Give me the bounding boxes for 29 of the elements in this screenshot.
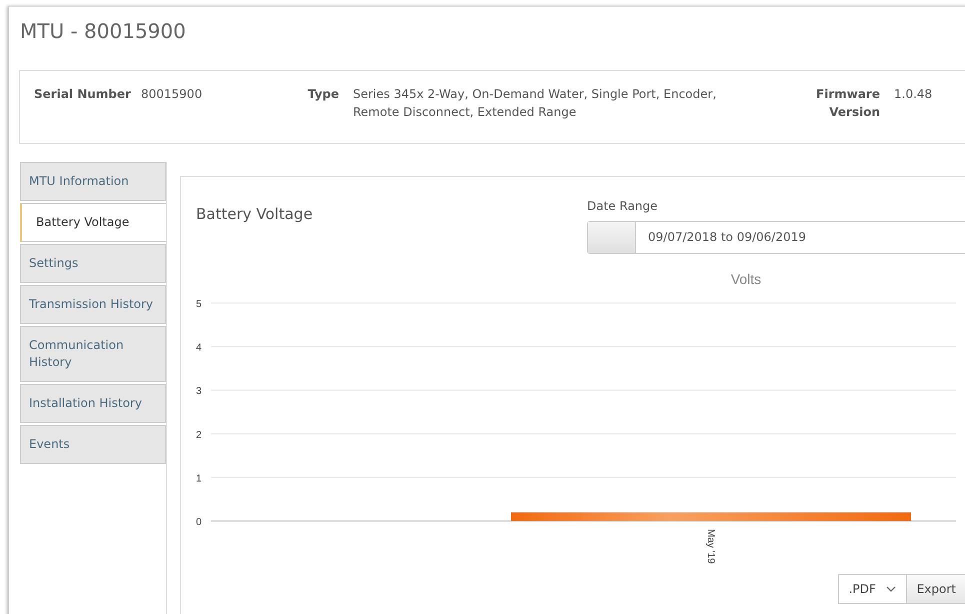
sidebar-tab[interactable]: Installation History bbox=[20, 384, 166, 423]
axis-label: May '19 bbox=[705, 529, 716, 564]
sidebar-tab[interactable]: Communication History bbox=[20, 326, 166, 382]
field-label: Serial Number bbox=[33, 86, 132, 103]
axis-label: 1 bbox=[196, 473, 202, 484]
legend-label: Volts bbox=[730, 271, 762, 287]
field-label: Type bbox=[306, 86, 339, 103]
axis-label: 0 bbox=[196, 517, 202, 528]
date-range-label: Date Range bbox=[587, 199, 659, 213]
sidebar-tab[interactable]: Battery Voltage bbox=[20, 203, 166, 242]
field-label: Firmware Version bbox=[815, 86, 880, 121]
axis-label: 5 bbox=[196, 299, 202, 310]
field-value: 80015900 bbox=[141, 86, 204, 103]
sidebar-tab[interactable]: MTU Information bbox=[20, 162, 166, 201]
page-title: MTU - 80015900 bbox=[20, 19, 187, 45]
format-dropdown[interactable]: .PDF bbox=[838, 574, 907, 604]
calendar-button[interactable] bbox=[588, 222, 636, 253]
axis-label: 3 bbox=[196, 386, 202, 398]
field-value: Series 345x 2-Way, On-Demand Water, Single Port, Encoder, Remote Disconnect, Extended Range bbox=[353, 86, 718, 121]
panel-title: Battery Voltage bbox=[196, 205, 314, 225]
axis-label: 2 bbox=[196, 430, 202, 441]
axis-label: 4 bbox=[196, 342, 202, 354]
sidebar-tab[interactable]: Settings bbox=[20, 244, 166, 283]
field-value: 1.0.48 bbox=[894, 86, 934, 103]
date-range-field[interactable]: 09/07/2018 to 09/06/2019 bbox=[587, 221, 965, 254]
sidebar-tab[interactable]: Events bbox=[20, 425, 166, 464]
export-button[interactable]: Export bbox=[906, 574, 965, 604]
caret-icon bbox=[886, 586, 896, 592]
sidebar-tab[interactable]: Transmission History bbox=[20, 285, 166, 324]
